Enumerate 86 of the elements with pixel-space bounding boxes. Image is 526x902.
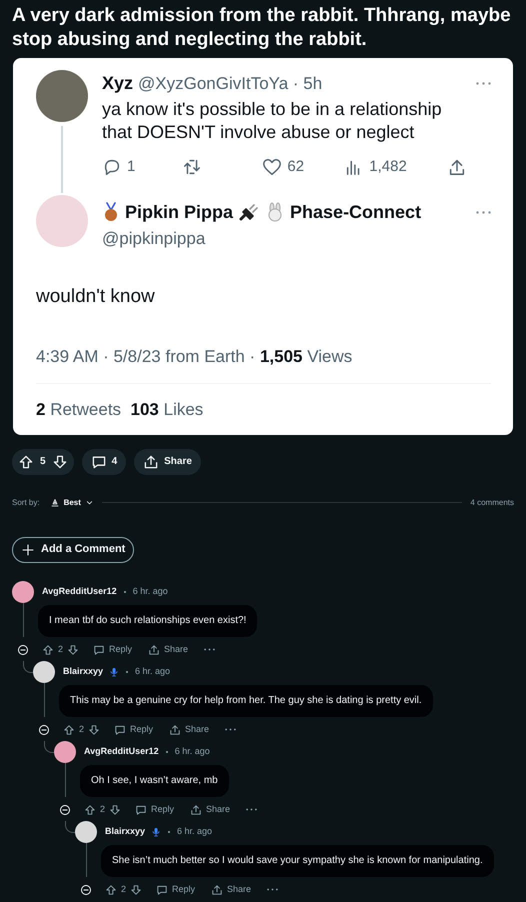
reply-button[interactable]: Reply <box>93 642 132 656</box>
sort-label: Sort by: <box>12 496 40 508</box>
collapse-icon[interactable] <box>80 884 92 896</box>
stat-count: 62 <box>287 157 304 177</box>
avatar <box>36 194 88 246</box>
upvote-icon[interactable] <box>42 644 54 656</box>
username[interactable]: Blairxxyy <box>63 664 104 678</box>
share-icon <box>211 884 224 896</box>
share-icon <box>143 454 160 470</box>
reply-button[interactable]: Reply <box>156 882 196 896</box>
more-icon <box>476 210 491 214</box>
vote-count: 2 <box>58 642 64 656</box>
share-button[interactable]: Share <box>148 642 188 656</box>
heart-icon[interactable] <box>262 157 282 178</box>
downvote-icon[interactable] <box>67 644 80 656</box>
share-button[interactable]: Share <box>134 448 201 474</box>
display-name: Xyz <box>102 72 134 95</box>
share-button[interactable]: Share <box>169 722 210 736</box>
display-name: Pipkin Pippa <box>125 200 234 224</box>
comment-icon <box>135 804 148 816</box>
more-icon[interactable] <box>267 888 278 891</box>
timestamp: 6 hr. ago <box>135 664 170 678</box>
downvote-icon[interactable] <box>88 724 100 736</box>
upvote-icon[interactable] <box>105 884 117 896</box>
stat-count: 1,482 <box>369 157 407 177</box>
more-icon[interactable] <box>204 648 216 651</box>
username[interactable]: AvgRedditUser12 <box>42 584 117 598</box>
collapse-icon[interactable] <box>17 644 29 656</box>
name-suffix: Phase-Connect <box>290 200 422 224</box>
tweet-timestamp: 4:39 AM · 5/8/23 from Earth · 1,505 Views <box>36 346 354 368</box>
more-icon[interactable] <box>225 728 236 731</box>
stat-count: 1 <box>127 157 136 177</box>
more-icon <box>476 82 491 85</box>
avatar[interactable] <box>12 580 34 602</box>
comment-bubble: I mean tbf do such relationships even exist?! <box>38 604 258 636</box>
share-icon <box>169 724 182 736</box>
comment-count: 4 comments <box>470 496 514 508</box>
timestamp: 6 hr. ago <box>177 824 212 838</box>
tweet-text: wouldn't know <box>36 285 156 309</box>
more-icon[interactable] <box>246 808 258 811</box>
avatar[interactable] <box>75 820 97 842</box>
comment-bubble: This may be a genuine cry for help from her. The guy she is dating is pretty evil. <box>59 684 433 716</box>
comment-icon <box>156 884 168 896</box>
reply-button[interactable]: Reply <box>135 802 174 816</box>
comment-icon <box>90 454 107 470</box>
reply-icon[interactable] <box>102 157 122 178</box>
downvote-icon[interactable] <box>109 804 122 816</box>
medal-icon <box>102 202 120 222</box>
reply-button[interactable]: Reply <box>114 722 154 736</box>
tweet-metrics: 2 Retweets 103 Likes <box>36 399 204 421</box>
chevron-down-icon <box>84 498 94 507</box>
vote-count: 5 <box>40 455 46 469</box>
plus-icon <box>21 542 35 556</box>
upvote-icon[interactable] <box>84 804 96 816</box>
timestamp: 6 hr. ago <box>174 744 210 758</box>
avatar <box>36 70 88 122</box>
share-icon <box>148 644 160 656</box>
upvote-icon[interactable] <box>63 724 75 736</box>
post-title: A very dark admission from the rabbit. Thhrang, maybe stop abusing and neglecting the rabbit. <box>11 4 512 52</box>
avatar[interactable] <box>54 740 76 762</box>
add-comment-button[interactable]: Add a Comment <box>12 536 134 562</box>
username[interactable]: Blairxxyy <box>105 824 146 838</box>
downvote-icon[interactable] <box>52 454 68 470</box>
downvote-icon[interactable] <box>130 884 142 896</box>
comment-bubble: She isn’t much better so I would save your sympathy she is known for manipulating. <box>101 844 494 876</box>
sort-icon <box>50 498 60 508</box>
share-button[interactable]: Share <box>190 802 230 816</box>
handle-and-time: @XyzGonGivItToYa · 5h <box>138 72 322 95</box>
handle: @pipkinpippa <box>102 228 206 250</box>
share-button[interactable]: Share <box>211 882 252 896</box>
vote-count: 2 <box>100 802 106 816</box>
share-icon <box>190 804 202 816</box>
tweet-text: ya know it's possible to be in a relationship that DOESN'T involve abuse or neglect <box>102 98 443 144</box>
comments-button[interactable]: 4 <box>82 448 126 474</box>
vote-count: 2 <box>121 882 126 896</box>
timestamp: 6 hr. ago <box>132 584 168 598</box>
username[interactable]: AvgRedditUser12 <box>84 744 159 758</box>
plug-icon <box>238 202 260 222</box>
collapse-icon[interactable] <box>38 724 50 736</box>
comment-bubble: Oh I see, I wasn’t aware, mb <box>80 764 229 796</box>
vote-count: 2 <box>79 722 84 736</box>
comment-icon <box>114 724 126 736</box>
avatar[interactable] <box>33 660 55 682</box>
comment-icon <box>93 644 106 656</box>
collapse-icon[interactable] <box>59 804 71 816</box>
sort-dropdown[interactable]: Best <box>50 496 94 508</box>
